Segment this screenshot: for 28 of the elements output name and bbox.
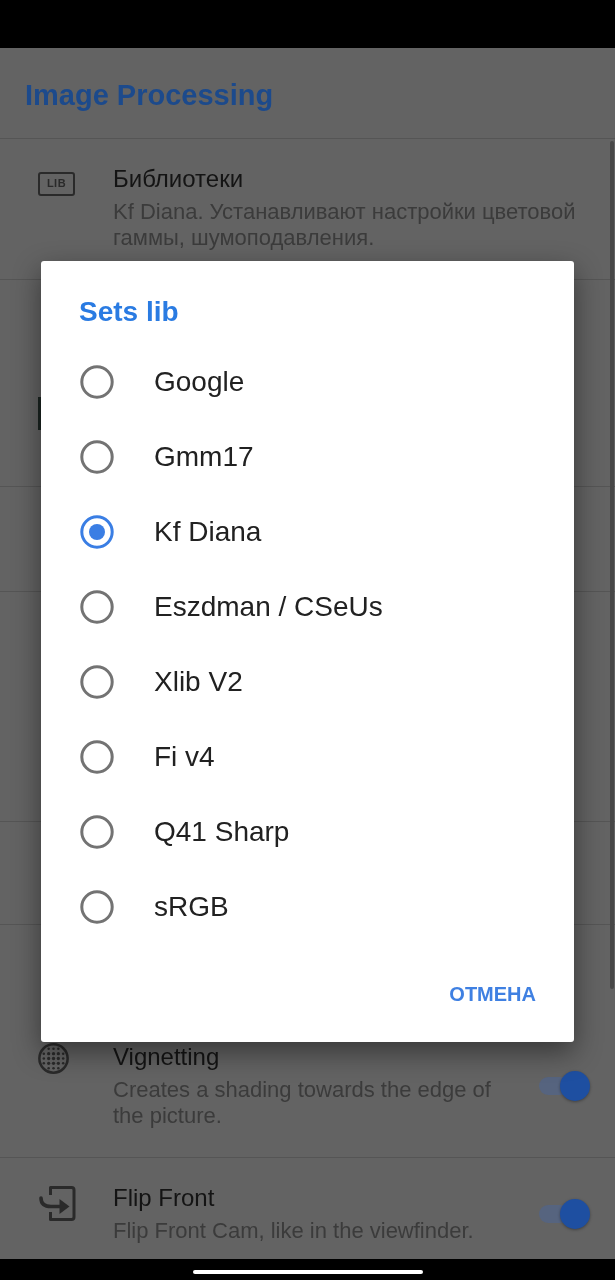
radio-option[interactable]: Fi v4: [41, 719, 574, 795]
radio-icon[interactable]: [80, 440, 114, 474]
radio-option[interactable]: Google: [41, 344, 574, 420]
radio-icon[interactable]: [80, 815, 114, 849]
radio-icon[interactable]: [80, 365, 114, 399]
radio-icon[interactable]: [80, 740, 114, 774]
radio-icon[interactable]: [80, 515, 114, 549]
toggle-switch[interactable]: [539, 1071, 590, 1101]
radio-option[interactable]: sRGB: [41, 869, 574, 945]
radio-icon[interactable]: [80, 890, 114, 924]
radio-option[interactable]: Gmm17: [41, 419, 574, 495]
setting-title: Vignetting: [113, 1043, 220, 1071]
cancel-button[interactable]: ОТМЕНА: [441, 970, 544, 1019]
radio-icon[interactable]: [80, 665, 114, 699]
setting-title: Flip Front: [113, 1184, 215, 1212]
radio-option[interactable]: Xlib V2: [41, 644, 574, 720]
radio-option[interactable]: Q41 Sharp: [41, 794, 574, 870]
toggle-switch[interactable]: [539, 1199, 590, 1229]
radio-option[interactable]: Kf Diana: [41, 494, 574, 570]
cropped-icon: [38, 397, 41, 430]
app-bar-title: Image Processing: [25, 78, 274, 112]
dotted-circle-icon: [38, 1043, 69, 1074]
dialog-title: Sets lib: [79, 295, 179, 329]
setting-title: Библиотеки: [113, 165, 244, 193]
radio-option[interactable]: Eszdman / CSeUs: [41, 569, 574, 645]
arrow-into-box-icon: [38, 1185, 76, 1222]
library-tag: LIB: [38, 172, 75, 196]
radio-icon[interactable]: [80, 590, 114, 624]
